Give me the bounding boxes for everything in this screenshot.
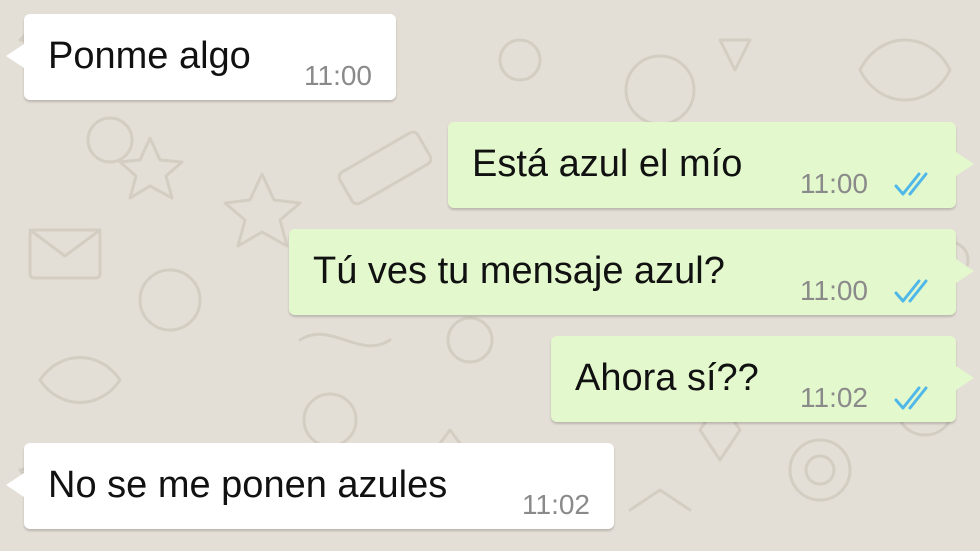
double-check-icon: [894, 386, 928, 410]
double-check-icon: [894, 279, 928, 303]
message-time: 11:02: [800, 382, 868, 413]
bubble-tail: [6, 473, 24, 497]
double-check-icon: [894, 172, 928, 196]
message-bubble-incoming[interactable]: No se me ponen azules 11:02: [6, 443, 614, 529]
bubble-tail: [956, 366, 974, 390]
message-bubble-outgoing[interactable]: Tú ves tu mensaje azul? 11:00: [289, 229, 974, 315]
message-bubble-outgoing[interactable]: Ahora sí?? 11:02: [551, 336, 974, 422]
message-text: Tú ves tu mensaje azul?: [313, 250, 725, 292]
message-time: 11:00: [304, 60, 372, 91]
message-bubble-outgoing[interactable]: Está azul el mío 11:00: [448, 122, 974, 208]
bubble-tail: [956, 259, 974, 283]
message-text: Está azul el mío: [472, 143, 743, 185]
message-text: Ponme algo: [48, 35, 251, 77]
message-time: 11:00: [800, 275, 868, 306]
message-time: 11:00: [800, 168, 868, 199]
bubble-tail: [6, 44, 24, 68]
bubble-tail: [956, 152, 974, 176]
message-text: No se me ponen azules: [48, 464, 448, 506]
message-time: 11:02: [522, 489, 590, 520]
message-text: Ahora sí??: [575, 357, 759, 399]
message-bubble-incoming[interactable]: Ponme algo 11:00: [6, 14, 396, 100]
